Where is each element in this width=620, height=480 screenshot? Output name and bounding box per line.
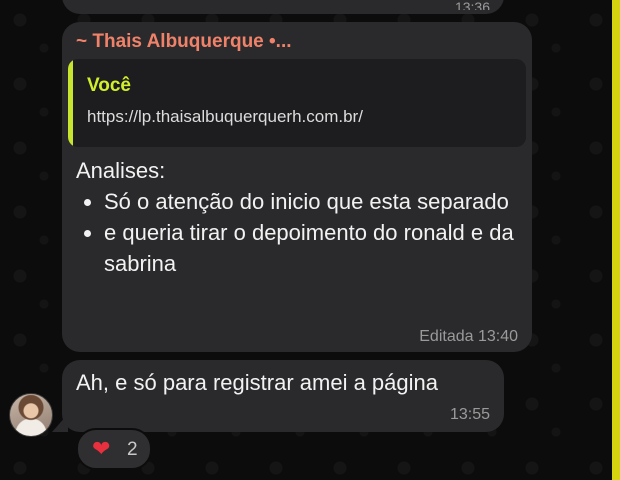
sender-name[interactable]: ~ Thais Albuquerque •... — [76, 31, 292, 53]
quoted-message[interactable]: Você https://lp.thaisalbuquerquerh.com.b… — [68, 59, 526, 147]
reaction-pill[interactable]: ❤ 2 — [76, 428, 152, 470]
bullet-list: Só o atenção do inicio que esta separado… — [76, 186, 516, 279]
side-accent-bar — [612, 0, 620, 480]
message-bubble[interactable]: ~ Thais Albuquerque •... Você https://lp… — [62, 22, 532, 352]
quote-author: Você — [87, 75, 132, 96]
message-status: Editada 13:40 — [419, 328, 518, 345]
chat-area: 13:36 ~ Thais Albuquerque •... Você http… — [0, 0, 620, 480]
reaction-count: 2 — [127, 439, 138, 460]
reply-message-bubble[interactable]: Ah, e só para registrar amei a página 13… — [62, 360, 504, 432]
reply-text: Ah, e só para registrar amei a página — [76, 370, 438, 395]
previous-message-time: 13:36 — [454, 2, 490, 10]
list-item: e queria tirar o depoimento do ronald e … — [104, 217, 516, 279]
previous-message-bubble[interactable]: 13:36 — [62, 0, 504, 14]
message-heading: Analises: — [76, 158, 166, 183]
list-item: Só o atenção do inicio que esta separado — [104, 186, 516, 217]
message-body: Analises: Só o atenção do inicio que est… — [76, 155, 516, 279]
avatar[interactable] — [9, 393, 53, 437]
heart-icon: ❤ — [92, 436, 111, 461]
reply-time: 13:55 — [449, 406, 490, 423]
quote-accent-bar — [68, 59, 73, 147]
quote-text: https://lp.thaisalbuquerquerh.com.br/ — [87, 107, 363, 126]
